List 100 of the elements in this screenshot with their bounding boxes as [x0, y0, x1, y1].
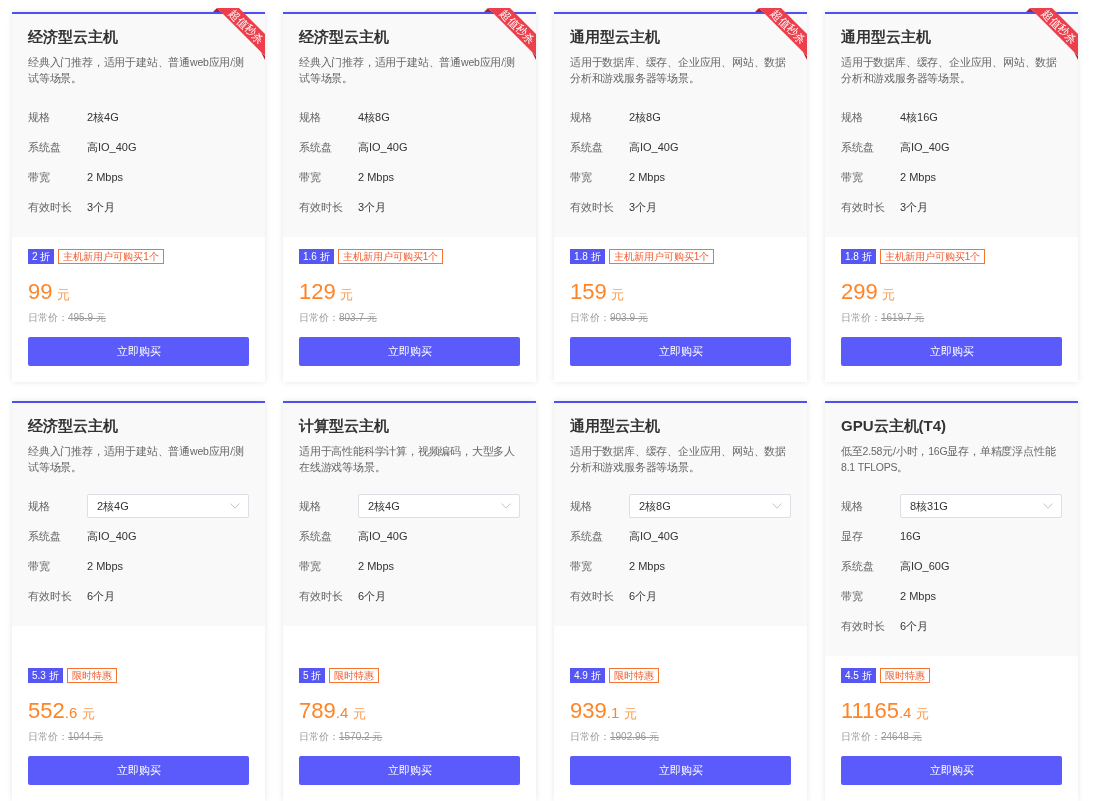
spec-label: 带宽 [28, 169, 51, 185]
spec-label: 规格 [28, 498, 51, 514]
buy-button[interactable]: 立即购买 [570, 756, 791, 785]
spec-label: 规格 [299, 498, 322, 514]
promo-tag: 主机新用户可购买1个 [58, 249, 164, 264]
spec-value: 2 Mbps [358, 169, 395, 185]
discount-badge: 1.8 折 [570, 249, 605, 264]
spec-value: 2 Mbps [900, 169, 937, 185]
spec-value: 2核4G [87, 109, 119, 125]
spec-label: 有效时长 [841, 199, 886, 215]
promo-tag: 限时特惠 [879, 668, 930, 683]
card-title: 计算型云主机 [299, 416, 390, 436]
spec-select[interactable]: 2核8G [629, 494, 791, 518]
spec-label: 系统盘 [841, 139, 875, 155]
spec-label: 有效时长 [570, 199, 615, 215]
price: 129 元 [299, 280, 355, 306]
spec-label: 有效时长 [28, 199, 73, 215]
spec-value: 4核16G [900, 109, 938, 125]
regular-price: 日常价：1570.2 元 [299, 730, 384, 744]
card-title: 经济型云主机 [299, 27, 390, 47]
spec-label: 规格 [841, 109, 864, 125]
spec-value: 3个月 [629, 199, 658, 215]
spec-value: 6个月 [87, 588, 116, 604]
spec-value: 高IO_40G [629, 528, 679, 544]
discount-badge: 2 折 [28, 249, 55, 264]
buy-button[interactable]: 立即购买 [28, 756, 249, 785]
spec-select[interactable]: 2核4G [87, 494, 249, 518]
spec-value: 3个月 [358, 199, 387, 215]
buy-button[interactable]: 立即购买 [28, 337, 249, 366]
spec-label: 带宽 [28, 558, 51, 574]
spec-value: 6个月 [358, 588, 387, 604]
spec-value: 6个月 [900, 618, 929, 634]
spec-value: 高IO_40G [87, 528, 137, 544]
regular-price: 日常价：903.9 元 [570, 311, 649, 325]
spec-label: 系统盘 [841, 558, 875, 574]
card-description: 适用于数据库、缓存、企业应用、网站、数据分析和游戏服务器等场景。 [570, 444, 787, 475]
chevron-down-icon [230, 503, 240, 509]
spec-value: 高IO_40G [87, 139, 137, 155]
spec-label: 系统盘 [28, 139, 62, 155]
card-title: 经济型云主机 [28, 27, 119, 47]
spec-value: 2 Mbps [629, 558, 666, 574]
spec-value: 6个月 [629, 588, 658, 604]
price: 789.4 元 [299, 699, 367, 725]
spec-select[interactable]: 2核4G [358, 494, 520, 518]
spec-value: 2 Mbps [629, 169, 666, 185]
card-title: 通用型云主机 [570, 27, 661, 47]
promo-tag: 主机新用户可购买1个 [337, 249, 444, 264]
buy-button[interactable]: 立即购买 [570, 337, 791, 366]
spec-label: 规格 [299, 109, 322, 125]
spec-value: 2核8G [629, 109, 661, 125]
spec-label: 带宽 [570, 169, 593, 185]
spec-label: 规格 [841, 498, 864, 514]
chevron-down-icon [1043, 503, 1053, 509]
spec-label: 有效时长 [570, 588, 615, 604]
spec-label: 系统盘 [299, 528, 333, 544]
card-title: GPU云主机(T4) [841, 416, 947, 436]
spec-label: 带宽 [299, 169, 322, 185]
spec-value: 4核8G [358, 109, 390, 125]
regular-price: 日常价：803.7 元 [299, 311, 378, 325]
buy-button[interactable]: 立即购买 [841, 756, 1062, 785]
spec-value: 2 Mbps [358, 558, 395, 574]
spec-value: 2 Mbps [900, 588, 937, 604]
price: 159 元 [570, 280, 626, 306]
card-title: 经济型云主机 [28, 416, 119, 436]
spec-label: 有效时长 [841, 618, 886, 634]
promo-tag: 限时特惠 [329, 668, 380, 683]
buy-button[interactable]: 立即购买 [841, 337, 1062, 366]
spec-label: 规格 [570, 498, 593, 514]
spec-value: 2 Mbps [87, 169, 124, 185]
card-title: 通用型云主机 [570, 416, 661, 436]
spec-value: 高IO_60G [900, 558, 950, 574]
buy-button[interactable]: 立即购买 [299, 756, 520, 785]
price: 299 元 [841, 280, 897, 306]
price: 99 元 [28, 280, 71, 306]
spec-value: 2 Mbps [87, 558, 124, 574]
spec-value: 高IO_40G [900, 139, 950, 155]
regular-price: 日常价：1619.7 元 [841, 311, 926, 325]
regular-price: 日常价：495.9 元 [28, 311, 107, 325]
discount-badge: 4.5 折 [841, 668, 876, 683]
price: 939.1 元 [570, 699, 638, 725]
spec-label: 显存 [841, 528, 864, 544]
spec-label: 有效时长 [299, 588, 344, 604]
spec-label: 有效时长 [28, 588, 73, 604]
spec-select[interactable]: 8核31G [900, 494, 1062, 518]
spec-label: 规格 [28, 109, 51, 125]
price: 552.6 元 [28, 699, 96, 725]
discount-badge: 5.3 折 [28, 668, 63, 683]
spec-label: 有效时长 [299, 199, 344, 215]
promo-tag: 主机新用户可购买1个 [608, 249, 715, 264]
spec-label: 系统盘 [570, 528, 604, 544]
promo-tag: 主机新用户可购买1个 [879, 249, 986, 264]
card-description: 低至2.58元/小时，16G显存，单精度浮点性能8.1 TFLOPS。 [841, 444, 1057, 475]
spec-value: 高IO_40G [629, 139, 679, 155]
promo-tag: 限时特惠 [66, 668, 117, 683]
buy-button[interactable]: 立即购买 [299, 337, 520, 366]
spec-value: 16G [900, 528, 921, 544]
regular-price: 日常价：1044 元 [28, 730, 105, 744]
spec-value: 高IO_40G [358, 139, 408, 155]
spec-label: 带宽 [299, 558, 322, 574]
discount-badge: 5 折 [299, 668, 326, 683]
